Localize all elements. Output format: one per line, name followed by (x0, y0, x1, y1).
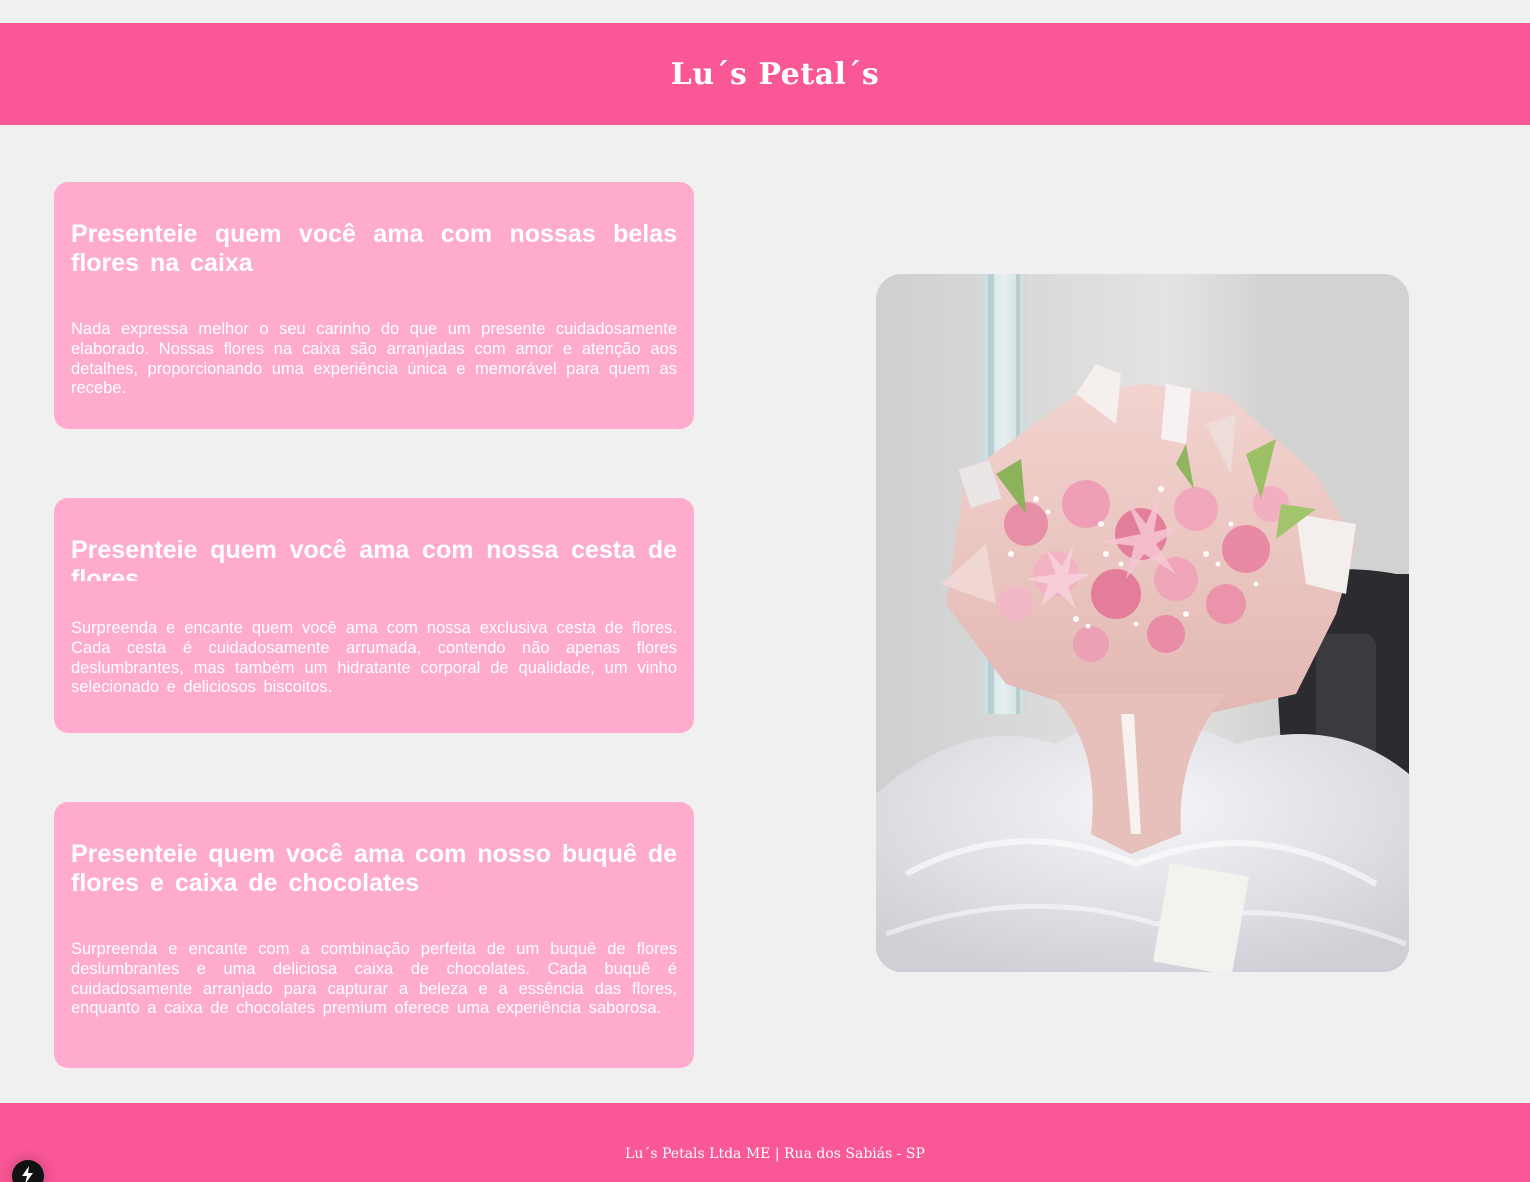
card-description: Surpreenda e encante com a combinação pe… (71, 940, 677, 1018)
product-card-flower-box: Presenteie quem você ama com nossas bela… (54, 182, 694, 429)
card-description: Surpreenda e encante quem você ama com n… (71, 619, 677, 697)
footer-text: Lu´s Petals Ltda ME | Rua dos Sabiás - S… (625, 1146, 925, 1162)
lightning-bolt-icon (21, 1160, 35, 1182)
product-card-bouquet-chocolates: Presenteie quem você ama com nosso buquê… (54, 802, 694, 1068)
bouquet-photo (876, 274, 1409, 972)
card-title: Presenteie quem você ama com nossa cesta… (71, 536, 677, 581)
product-card-flower-basket: Presenteie quem você ama com nossa cesta… (54, 498, 694, 733)
card-title: Presenteie quem você ama com nossas bela… (71, 220, 677, 277)
card-title: Presenteie quem você ama com nosso buquê… (71, 840, 677, 897)
site-header: Lu´s Petal´s (0, 23, 1530, 125)
site-title: Lu´s Petal´s (670, 56, 880, 92)
card-description: Nada expressa melhor o seu carinho do qu… (71, 320, 677, 398)
page: Lu´s Petal´s Presenteie quem você ama co… (0, 0, 1530, 1182)
site-footer: Lu´s Petals Ltda ME | Rua dos Sabiás - S… (0, 1103, 1530, 1182)
